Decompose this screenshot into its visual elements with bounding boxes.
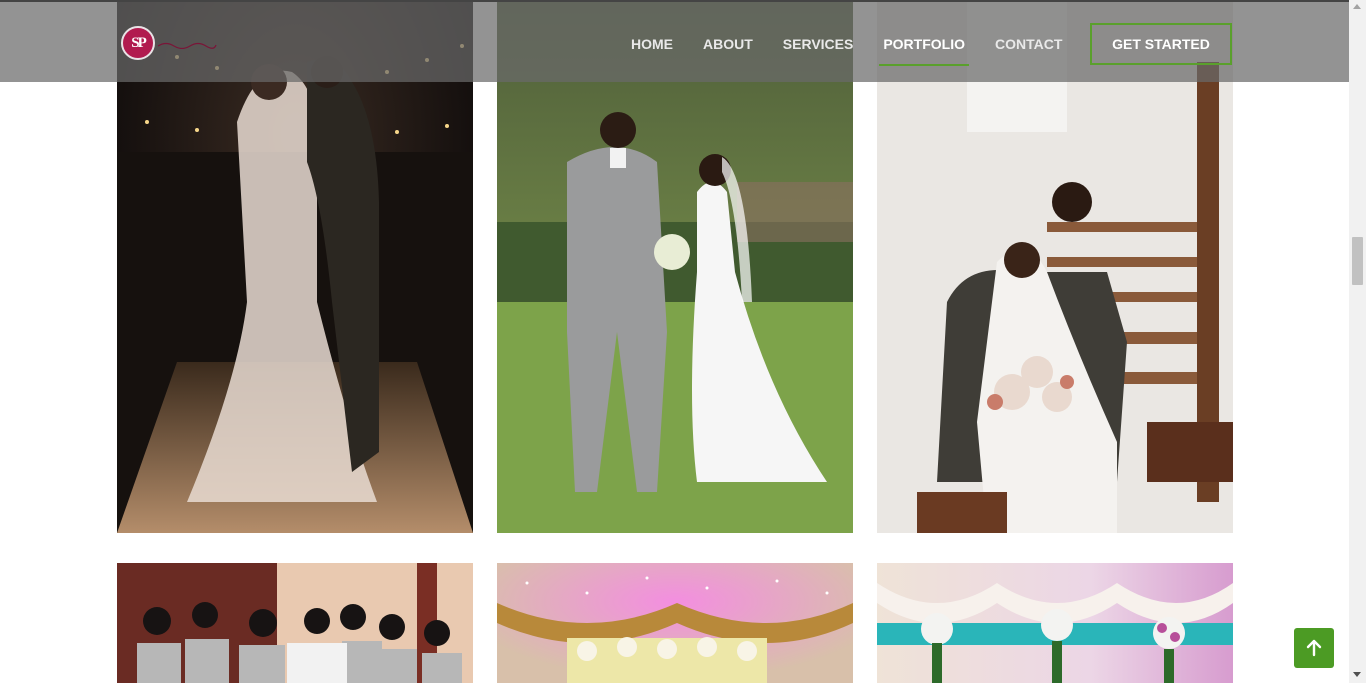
page-scrollbar[interactable] (1349, 0, 1366, 683)
back-to-top-button[interactable] (1294, 628, 1334, 668)
bridesmaids-illustration (117, 563, 473, 683)
arrow-up-icon (1306, 639, 1322, 657)
photo-decor-flowers[interactable] (877, 563, 1233, 683)
brand-logo[interactable]: SP (121, 26, 155, 60)
photo-bridesmaids[interactable] (117, 563, 473, 683)
nav-about[interactable]: ABOUT (703, 26, 753, 62)
decor-flowers-illustration (877, 563, 1233, 683)
get-started-button[interactable]: GET STARTED (1090, 23, 1232, 65)
nav-contact[interactable]: CONTACT (995, 26, 1062, 62)
photo-decor-pink-lights[interactable] (497, 563, 853, 683)
page-viewport: SP HOME ABOUT SERVICES PORTFOLIO CONTACT… (0, 0, 1349, 683)
nav-portfolio[interactable]: PORTFOLIO (879, 26, 969, 66)
nav-home[interactable]: HOME (631, 26, 673, 62)
site-header: SP HOME ABOUT SERVICES PORTFOLIO CONTACT… (0, 2, 1349, 82)
scrollbar-thumb[interactable] (1352, 237, 1363, 285)
scroll-down-arrow-icon[interactable] (1353, 672, 1361, 677)
decor-lights-illustration (497, 563, 853, 683)
logo-script-icon (157, 42, 217, 50)
main-nav: HOME ABOUT SERVICES PORTFOLIO CONTACT (631, 24, 1092, 66)
brand-logo-script (156, 40, 218, 50)
nav-services[interactable]: SERVICES (783, 26, 854, 62)
scroll-up-arrow-icon[interactable] (1353, 4, 1361, 9)
